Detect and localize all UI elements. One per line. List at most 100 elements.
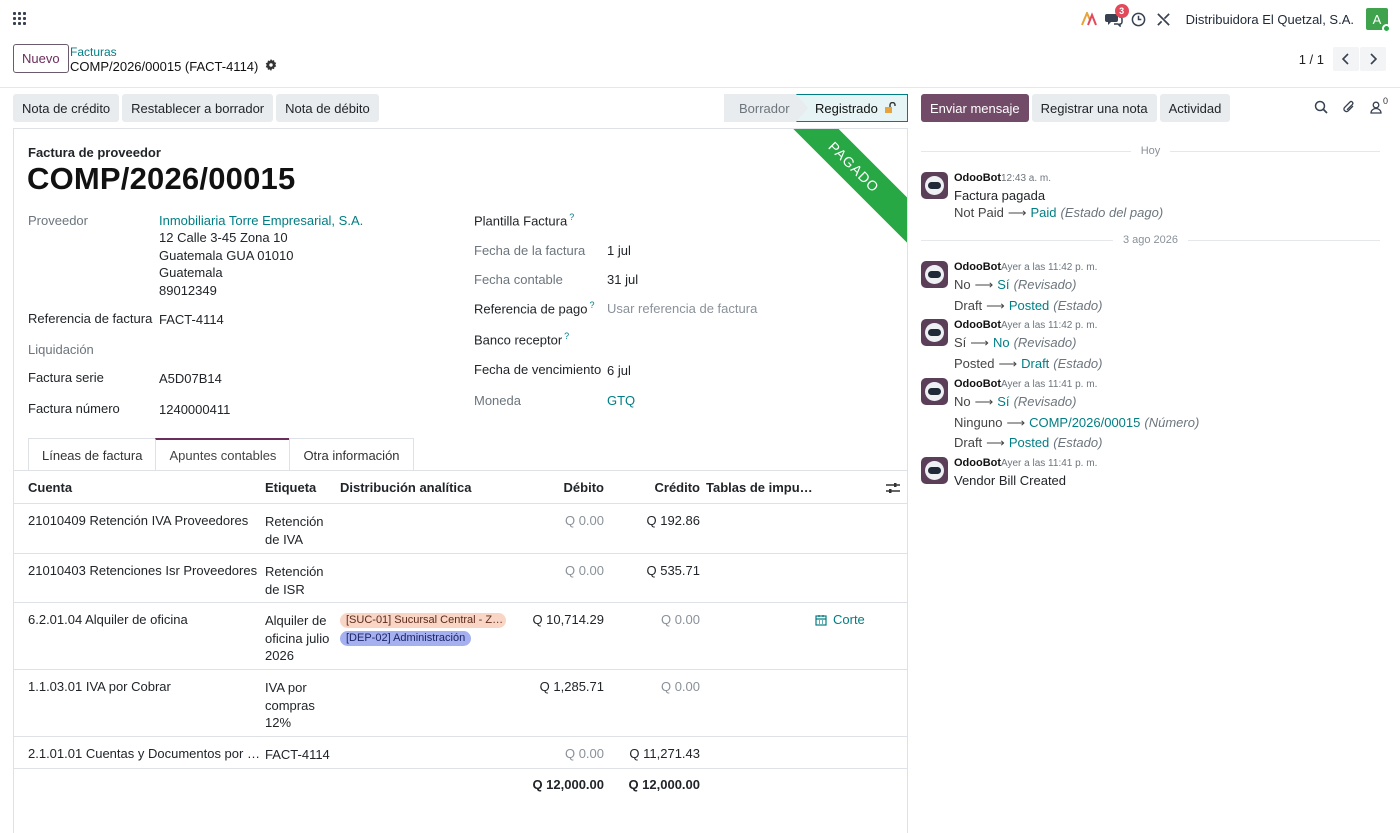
odoobot-avatar[interactable] [921,378,948,405]
message-author[interactable]: OdooBot [954,319,1001,331]
debit-note-button[interactable]: Nota de débito [276,94,379,122]
column-header-tax-grids[interactable]: Tablas de impu… [706,480,813,495]
tools-icon[interactable] [1152,7,1176,31]
chat-icon[interactable]: 3 [1102,4,1129,31]
odoobot-avatar[interactable] [921,319,948,346]
search-icon[interactable] [1314,100,1328,114]
message-time: Ayer a las 11:42 p. m. [1001,262,1098,273]
optional-columns-icon[interactable] [886,482,900,497]
accounting-date-label: Fecha contable [474,272,563,287]
document-name: COMP/2026/00015 [27,161,296,196]
message-time: Ayer a las 11:41 p. m. [1001,458,1098,469]
bot-face-icon [925,323,944,342]
column-header-label[interactable]: Etiqueta [265,480,316,495]
invoice-date-field[interactable]: 1 jul [607,243,631,258]
odoobot-avatar[interactable] [921,261,948,288]
payment-reference-input[interactable]: Usar referencia de factura [607,301,757,316]
column-header-debit[interactable]: Débito [564,480,604,495]
invoice-number-field[interactable]: 1240000411 [159,402,230,417]
tab-journal-items[interactable]: Apuntes contables [155,438,291,471]
ai-icon[interactable] [1077,7,1101,31]
tracking-line: Sí ⟶ No (Revisado) [954,335,1076,351]
tracking-new-value: Sí [997,277,1010,292]
table-row[interactable]: 2.1.01.01 Cuentas y Documentos por Pa… F… [14,737,907,769]
message-author[interactable]: OdooBot [954,457,1001,469]
arrow-right-icon: ⟶ [974,394,994,409]
status-draft[interactable]: Borrador [724,94,808,122]
clock-icon[interactable] [1127,7,1151,31]
pager-next-button[interactable] [1360,47,1386,71]
status-posted[interactable]: Registrado [796,94,908,122]
reset-to-draft-button[interactable]: Restablecer a borrador [122,94,274,122]
date-separator-label: 3 ago 2026 [1122,234,1179,246]
tracking-new-value: COMP/2026/00015 [1029,415,1141,430]
vendor-link[interactable]: Inmobiliaria Torre Empresarial, S.A. [159,213,363,228]
totals-row: Q 12,000.00 Q 12,000.00 [14,769,907,801]
help-tooltip-icon[interactable]: ? [564,331,569,341]
odoobot-avatar[interactable] [921,457,948,484]
invoice-template-label: Plantilla Factura? [474,212,574,228]
receiving-bank-label-text: Banco receptor [474,332,563,348]
message-author[interactable]: OdooBot [954,378,1001,390]
tab-other-info[interactable]: Otra información [289,438,414,471]
analytic-tag[interactable]: [DEP-02] Administración [340,631,472,646]
total-credit: Q 12,000.00 [628,777,700,792]
tracking-old-value: Ninguno [954,415,1003,430]
help-tooltip-icon[interactable]: ? [569,212,574,222]
tracking-line: Ninguno ⟶ COMP/2026/00015 (Número) [954,415,1199,431]
invoice-template-label-text: Plantilla Factura [474,213,568,229]
new-button[interactable]: Nuevo [13,44,69,73]
tax-grid-link[interactable]: Corte [815,612,865,627]
gear-icon[interactable] [265,59,277,74]
vendor-address-line: Guatemala [159,265,223,280]
invoice-reference-field[interactable]: FACT-4114 [159,312,224,327]
pager-previous-button[interactable] [1333,47,1359,71]
followers-button[interactable]: 0 [1370,96,1388,114]
tracking-line: Draft ⟶ Posted (Estado) [954,298,1102,314]
invoice-reference-label: Referencia de factura [28,311,153,326]
user-avatar[interactable]: A [1366,8,1391,33]
invoice-serie-field[interactable]: A5D07B14 [159,371,222,386]
table-row[interactable]: 21010403 Retenciones Isr Proveedores Ret… [14,554,907,603]
vendor-label: Proveedor [28,213,88,228]
help-tooltip-icon[interactable]: ? [589,300,594,310]
arrow-right-icon: ⟶ [974,277,994,292]
table-row[interactable]: 6.2.01.04 Alquiler de oficina Alquiler d… [14,603,907,670]
pager-value[interactable]: 1 / 1 [1299,52,1324,67]
tracking-old-value: Not Paid [954,205,1004,220]
column-header-account[interactable]: Cuenta [28,480,72,495]
table-row[interactable]: 21010409 Retención IVA Proveedores Reten… [14,504,907,554]
row-label: Alquiler de oficina julio 2026 [265,613,330,663]
unlock-icon[interactable] [884,102,896,114]
company-switcher[interactable]: Distribuidora El Quetzal, S.A. [1186,12,1354,27]
due-date-field[interactable]: 6 jul [607,363,631,378]
online-status-dot [1382,24,1391,33]
tracking-field: (Estado) [1053,435,1103,450]
notebook-tabs: Líneas de factura Apuntes contables Otra… [28,438,414,471]
table-row[interactable]: 1.1.03.01 IVA por Cobrar IVA por compras… [14,670,907,737]
message-author[interactable]: OdooBot [954,172,1001,184]
credit-note-button[interactable]: Nota de crédito [13,94,120,122]
send-message-button[interactable]: Enviar mensaje [921,94,1029,122]
breadcrumb-invoices[interactable]: Facturas [70,45,117,59]
analytic-tag[interactable]: [SUC-01] Sucursal Central - Z… [340,613,506,628]
invoice-serie-label: Factura serie [28,370,104,385]
tax-grid-label: Corte [833,612,865,627]
vendor-tax-id: 89012349 [159,283,217,298]
payment-reference-label-text: Referencia de pago [474,301,588,317]
tab-invoice-lines[interactable]: Líneas de factura [28,438,157,471]
tracking-old-value: Sí [954,335,967,350]
apps-menu-icon[interactable] [13,12,26,25]
tracking-new-value: Paid [1030,205,1057,220]
odoobot-avatar[interactable] [921,172,948,199]
accounting-date-field[interactable]: 31 jul [607,272,638,287]
paperclip-icon[interactable] [1342,100,1356,114]
activity-button[interactable]: Actividad [1159,94,1231,122]
column-header-analytic[interactable]: Distribución analítica [340,480,471,495]
currency-field[interactable]: GTQ [607,393,635,408]
message-author[interactable]: OdooBot [954,261,1001,273]
tracking-old-value: No [954,394,971,409]
currency-label: Moneda [474,393,521,408]
log-note-button[interactable]: Registrar una nota [1031,94,1157,122]
column-header-credit[interactable]: Crédito [655,480,701,495]
